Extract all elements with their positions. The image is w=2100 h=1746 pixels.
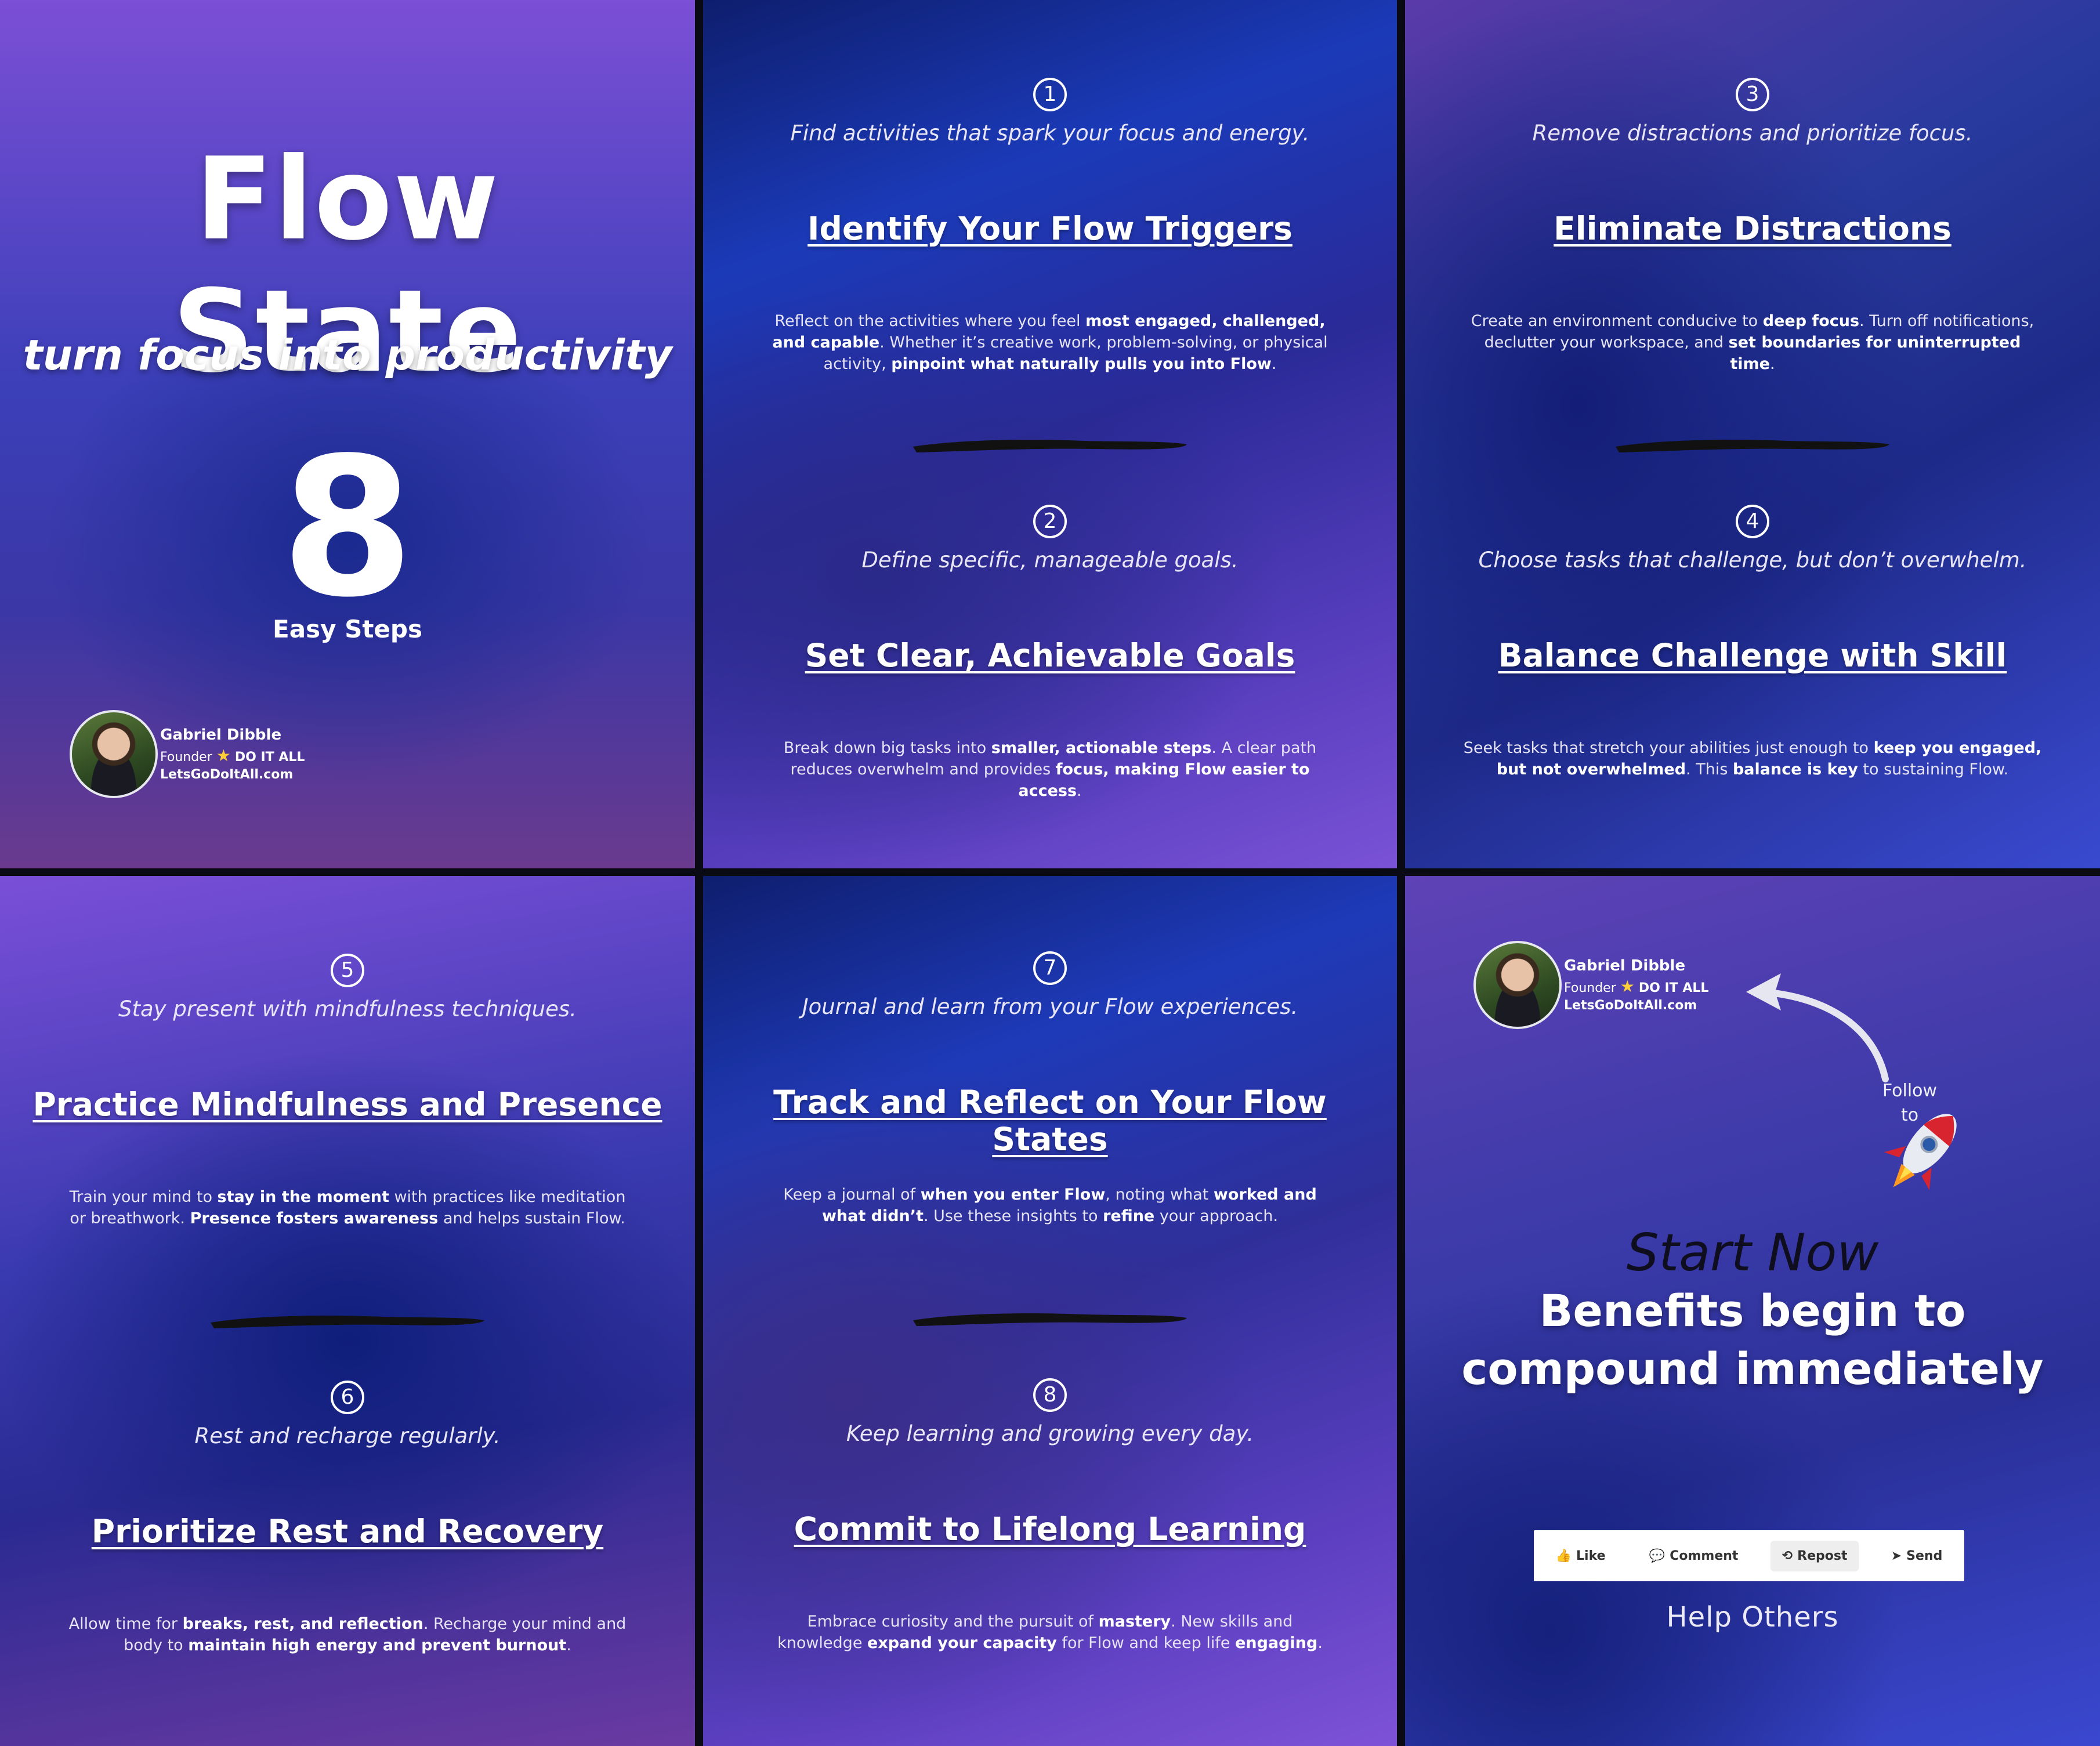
- step-2-body: Break down big tasks into smaller, actio…: [783, 739, 1317, 800]
- step-1-body: Reflect on the activities where you feel…: [772, 312, 1328, 373]
- steps-5-6-panel: 5 Stay present with mindfulness techniqu…: [0, 876, 695, 1746]
- steps-3-4-panel: 3 Remove distractions and prioritize foc…: [1405, 0, 2100, 868]
- step-3-body: Create an environment conducive to deep …: [1471, 312, 2034, 373]
- step-3-number: 3: [1736, 78, 1769, 111]
- author-website[interactable]: LetsGoDoItAll.com: [160, 767, 305, 782]
- author-role: Founder: [160, 750, 212, 765]
- follow-line-1: Follow: [1882, 1081, 1938, 1101]
- step-4-number: 4: [1736, 505, 1769, 538]
- repost-label: Repost: [1797, 1548, 1848, 1563]
- brush-divider: [211, 1316, 484, 1328]
- step-6-heading: Prioritize Rest and Recovery: [91, 1513, 604, 1550]
- step-5-number: 5: [331, 954, 364, 987]
- start-now-text: Start Now: [1626, 1223, 1879, 1283]
- cover-number-caption: Easy Steps: [273, 615, 422, 643]
- curved-arrow-icon: [1746, 973, 1889, 1082]
- author-name: Gabriel Dibble: [160, 726, 282, 744]
- step-5-tagline: Stay present with mindfulness techniques…: [118, 997, 577, 1021]
- step-6-body: Allow time for breaks, rest, and reflect…: [68, 1615, 627, 1654]
- step-7-heading: Track and Reflect on Your Flow States: [773, 1084, 1327, 1158]
- step-6-number: 6: [331, 1381, 364, 1414]
- benefits-line-2: compound immediately: [1461, 1343, 2044, 1394]
- comment-button[interactable]: 💬 Comment: [1638, 1541, 1750, 1571]
- step-8-body: Embrace curiosity and the pursuit of mas…: [777, 1613, 1323, 1652]
- cover-subtitle: turn focus into productivity: [23, 331, 672, 379]
- step-5-heading: Practice Mindfulness and Presence: [32, 1086, 662, 1123]
- send-icon: ➤: [1891, 1548, 1902, 1563]
- benefits-line-1: Benefits begin to: [1539, 1285, 1966, 1336]
- thumbs-up-icon: 👍: [1555, 1548, 1572, 1563]
- help-others-text: Help Others: [1666, 1601, 1839, 1633]
- step-2-tagline: Define specific, manageable goals.: [861, 548, 1239, 573]
- step-6-tagline: Rest and recharge regularly.: [194, 1423, 501, 1448]
- step-8-tagline: Keep learning and growing every day.: [846, 1421, 1254, 1446]
- step-1-number: 1: [1033, 78, 1067, 111]
- rocket-icon: [1884, 1114, 1957, 1190]
- author-role: Founder: [1564, 981, 1616, 995]
- like-label: Like: [1576, 1548, 1606, 1563]
- cover-panel: Flow State turn focus into productivity …: [0, 0, 695, 868]
- steps-1-2-panel: 1 Find activities that spark your focus …: [703, 0, 1397, 868]
- step-7-tagline: Journal and learn from your Flow experie…: [802, 994, 1298, 1019]
- author-profile[interactable]: Gabriel Dibble Founder ★ DO IT ALL LetsG…: [70, 710, 305, 798]
- send-button[interactable]: ➤ Send: [1880, 1541, 1954, 1571]
- author-profile[interactable]: Gabriel Dibble Founder ★ DO IT ALL LetsG…: [1473, 941, 1708, 1029]
- avatar: [70, 710, 158, 798]
- repost-button[interactable]: ⟲ Repost: [1770, 1540, 1859, 1571]
- brush-divider: [1616, 440, 1889, 452]
- step-7-body: Keep a journal of when you enter Flow, n…: [783, 1186, 1317, 1225]
- step-2-heading: Set Clear, Achievable Goals: [805, 637, 1295, 674]
- step-1-tagline: Find activities that spark your focus an…: [790, 121, 1310, 146]
- step-1-heading: Identify Your Flow Triggers: [808, 210, 1292, 247]
- step-2-number: 2: [1033, 505, 1067, 538]
- repost-icon: ⟲: [1782, 1548, 1793, 1563]
- author-brand: DO IT ALL: [1638, 981, 1709, 995]
- social-action-bar: 👍 Like 💬 Comment ⟲ Repost ➤ Send: [1534, 1530, 1964, 1581]
- comment-label: Comment: [1670, 1548, 1739, 1563]
- cta-panel: Gabriel Dibble Founder ★ DO IT ALL LetsG…: [1405, 876, 2100, 1746]
- star-icon: ★: [216, 746, 231, 765]
- step-8-heading: Commit to Lifelong Learning: [794, 1510, 1306, 1548]
- brush-divider: [913, 1313, 1187, 1326]
- step-3-heading: Eliminate Distractions: [1554, 210, 1951, 247]
- step-7-number: 7: [1033, 951, 1067, 985]
- author-name: Gabriel Dibble: [1564, 957, 1686, 975]
- step-4-heading: Balance Challenge with Skill: [1498, 637, 2007, 674]
- step-4-tagline: Choose tasks that challenge, but don’t o…: [1478, 548, 2027, 573]
- step-3-tagline: Remove distractions and prioritize focus…: [1532, 121, 1973, 146]
- step-5-body: Train your mind to stay in the moment wi…: [69, 1188, 626, 1227]
- send-label: Send: [1906, 1548, 1943, 1563]
- author-website[interactable]: LetsGoDoItAll.com: [1564, 998, 1708, 1013]
- like-button[interactable]: 👍 Like: [1544, 1541, 1617, 1571]
- step-4-body: Seek tasks that stretch your abilities j…: [1463, 739, 2042, 778]
- steps-7-8-panel: 7 Journal and learn from your Flow exper…: [703, 876, 1397, 1746]
- avatar: [1473, 941, 1562, 1029]
- comment-icon: 💬: [1649, 1548, 1665, 1563]
- star-icon: ★: [1620, 977, 1635, 996]
- brush-divider: [913, 440, 1187, 452]
- author-brand: DO IT ALL: [234, 750, 305, 765]
- step-8-number: 8: [1033, 1378, 1067, 1412]
- cover-number: 8: [281, 416, 414, 639]
